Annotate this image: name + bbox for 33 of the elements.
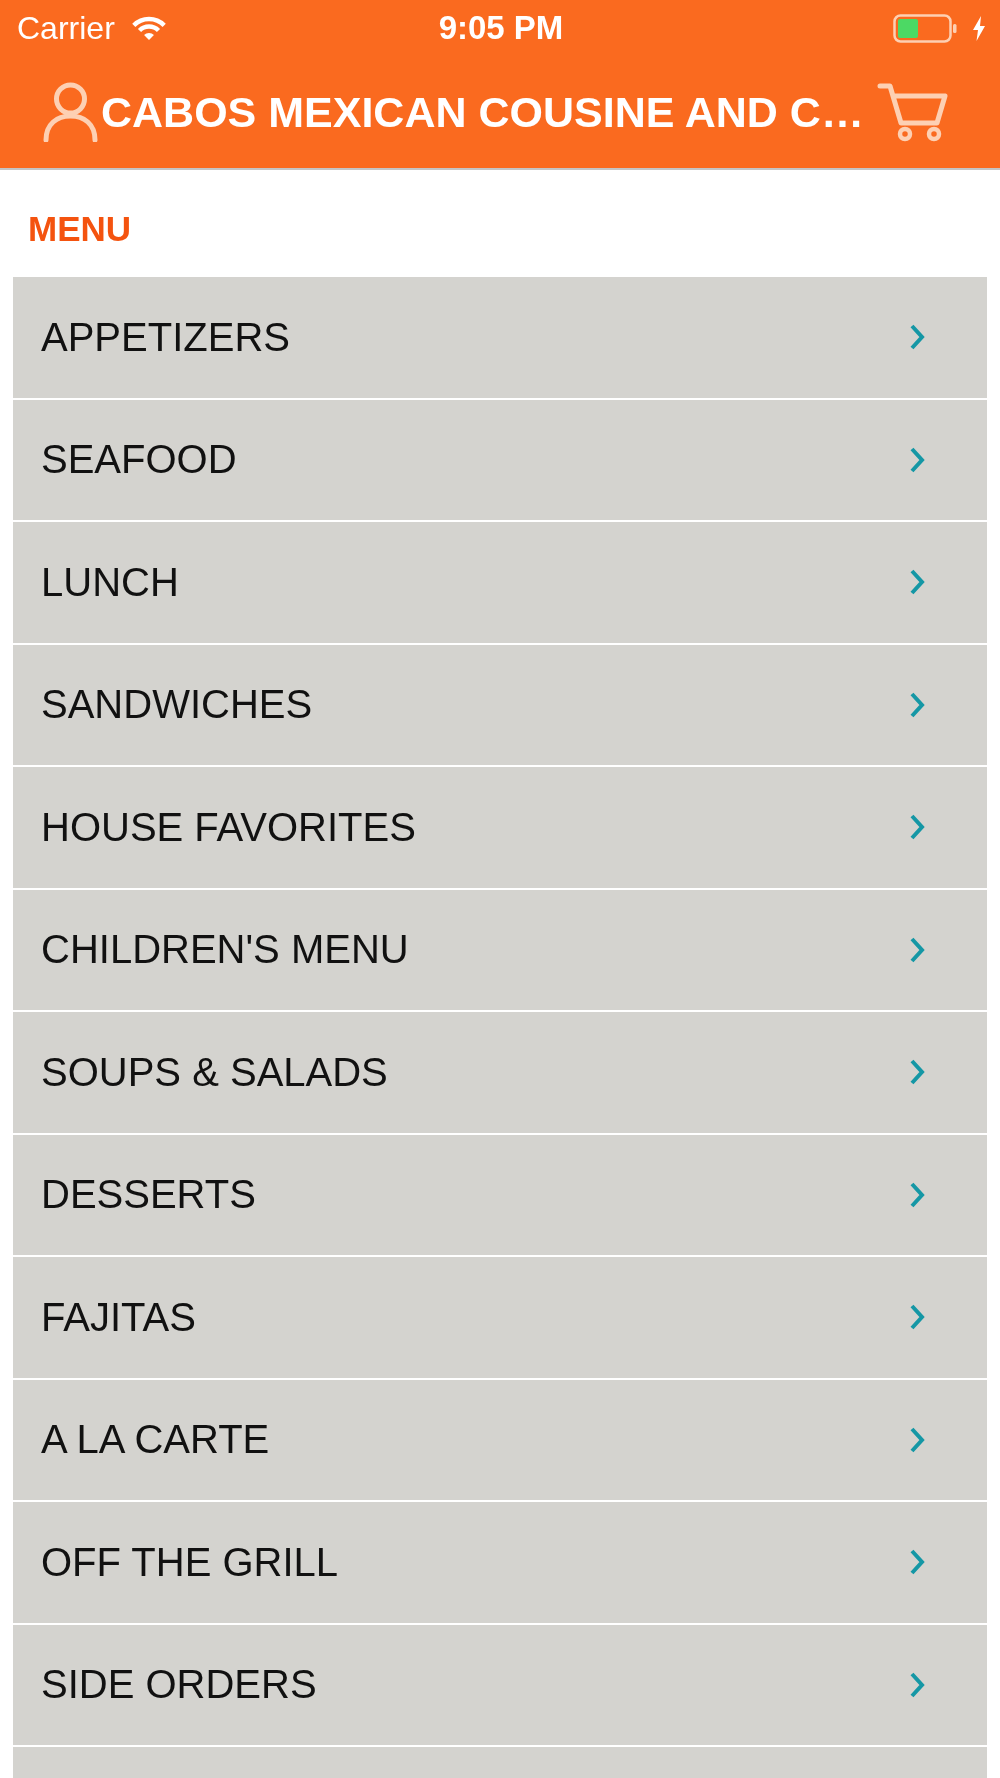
wifi-icon — [129, 14, 168, 42]
menu-category-item[interactable]: HOUSE FAVORITES — [13, 767, 987, 888]
chevron-right-icon — [909, 568, 925, 597]
chevron-right-icon — [909, 1058, 925, 1087]
chevron-right-icon — [909, 935, 925, 964]
battery-icon — [893, 13, 957, 43]
chevron-right-icon — [909, 323, 925, 352]
menu-category-item[interactable]: A LA CARTE — [13, 1379, 987, 1500]
chevron-right-icon — [909, 1180, 925, 1209]
restaurant-title: CABOS MEXICAN COUSINE AND C… — [101, 87, 864, 138]
chevron-right-icon — [909, 690, 925, 719]
menu-category-item[interactable]: OFF THE GRILL — [13, 1502, 987, 1623]
person-icon[interactable] — [42, 82, 99, 142]
menu-category-item[interactable]: SIDE ORDERS — [13, 1624, 987, 1745]
chevron-right-icon — [909, 445, 925, 474]
menu-category-item[interactable]: DESSERTS — [13, 1134, 987, 1255]
menu-category-item[interactable]: SEAFOOD — [13, 399, 987, 520]
chevron-right-icon — [909, 1548, 925, 1577]
cart-icon[interactable] — [876, 82, 948, 142]
chevron-right-icon — [909, 1425, 925, 1454]
menu-category-item[interactable]: LUNCH — [13, 522, 987, 643]
menu-heading: MENU — [28, 212, 132, 246]
menu-category-item[interactable]: APPETIZERS — [13, 277, 987, 398]
chevron-right-icon — [909, 813, 925, 842]
chevron-right-icon — [909, 1303, 925, 1332]
chevron-right-icon — [909, 1670, 925, 1699]
menu-category-item[interactable]: SANDWICHES — [13, 644, 987, 765]
carrier-name: Carrier — [17, 9, 115, 47]
menu-category-item[interactable]: FAJITAS — [13, 1257, 987, 1378]
charging-bolt-icon — [973, 15, 985, 41]
status-time: 9:05 PM — [438, 9, 564, 47]
menu-category-item[interactable]: SOUPS & SALADS — [13, 1012, 987, 1133]
menu-category-item[interactable]: CHILDREN'S MENU — [13, 889, 987, 1010]
